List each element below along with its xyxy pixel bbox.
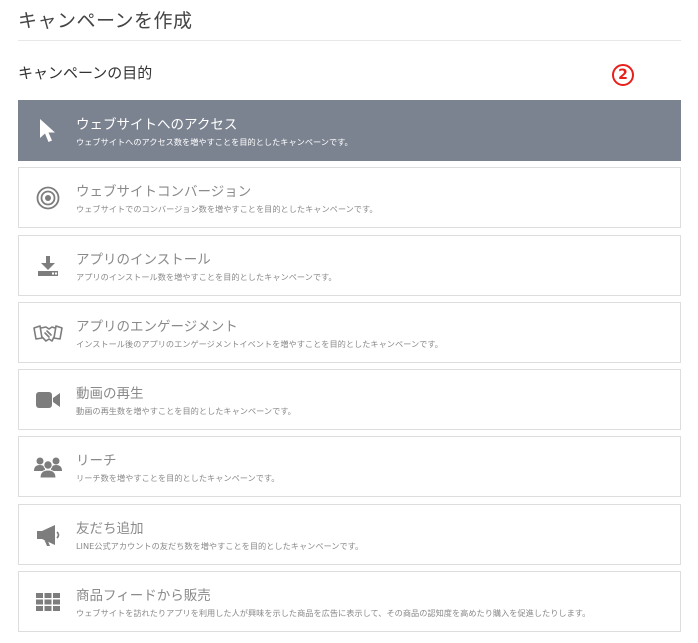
objective-website-traffic[interactable]: ウェブサイトへのアクセス ウェブサイトへのアクセス数を増やすことを目的としたキャ… (18, 100, 681, 161)
objective-reach[interactable]: リーチ リーチ数を増やすことを目的としたキャンペーンです。 (18, 436, 681, 498)
step-badge: 2 (612, 64, 634, 86)
objective-label: 商品フィードから販売 (76, 588, 211, 605)
objective-label: アプリのエンゲージメント (76, 318, 238, 335)
handshake-icon (33, 318, 63, 348)
cursor-icon (33, 116, 63, 146)
section-title: キャンペーンの目的 (18, 64, 153, 82)
objective-description: ウェブサイトへのアクセス数を増やすことを目的としたキャンペーンです。 (76, 137, 353, 147)
objective-label: ウェブサイトへのアクセス (76, 117, 238, 133)
objective-description: ウェブサイトでのコンバージョン数を増やすことを目的としたキャンペーンです。 (76, 204, 378, 215)
objective-description: アプリのインストール数を増やすことを目的としたキャンペーンです。 (76, 271, 337, 282)
objective-description: リーチ数を増やすことを目的としたキャンペーンです。 (76, 473, 280, 484)
objective-app-install[interactable]: アプリのインストール アプリのインストール数を増やすことを目的としたキャンペーン… (18, 234, 681, 296)
objective-description: 動画の再生数を増やすことを目的としたキャンペーンです。 (76, 406, 296, 417)
objective-list: ウェブサイトへのアクセス ウェブサイトへのアクセス数を増やすことを目的としたキャ… (18, 100, 681, 638)
download-icon (33, 251, 63, 281)
objective-label: アプリのインストール (76, 251, 211, 268)
objective-label: ウェブサイトコンバージョン (76, 184, 252, 201)
objective-video-views[interactable]: 動画の再生 動画の再生数を増やすことを目的としたキャンペーンです。 (18, 369, 681, 431)
objective-app-engagement[interactable]: アプリのエンゲージメント インストール後のアプリのエンゲージメントイベントを増や… (18, 301, 681, 363)
objective-friend-add[interactable]: 友だち追加 LINE公式アカウントの友だち数を増やすことを目的としたキャンペーン… (18, 503, 681, 565)
video-camera-icon (33, 385, 63, 415)
objective-website-conversion[interactable]: ウェブサイトコンバージョン ウェブサイトでのコンバージョン数を増やすことを目的と… (18, 167, 681, 229)
objective-description: インストール後のアプリのエンゲージメントイベントを増やすことを目的としたキャンペ… (76, 338, 443, 349)
people-icon (33, 452, 63, 482)
objective-label: 動画の再生 (76, 386, 144, 403)
objective-description: LINE公式アカウントの友だち数を増やすことを目的としたキャンペーンです。 (76, 540, 364, 551)
grid-icon (33, 587, 63, 617)
page-title: キャンペーンを作成 (18, 10, 193, 32)
target-icon (33, 183, 63, 213)
objective-description: ウェブサイトを訪れたりアプリを利用した人が興味を示した商品を広告に表示して、その… (76, 608, 591, 619)
megaphone-icon (33, 520, 63, 550)
objective-label: 友だち追加 (76, 520, 144, 537)
title-divider (18, 40, 681, 41)
objective-label: リーチ (76, 453, 117, 470)
objective-product-feed-sales[interactable]: 商品フィードから販売 ウェブサイトを訪れたりアプリを利用した人が興味を示した商品… (18, 571, 681, 633)
